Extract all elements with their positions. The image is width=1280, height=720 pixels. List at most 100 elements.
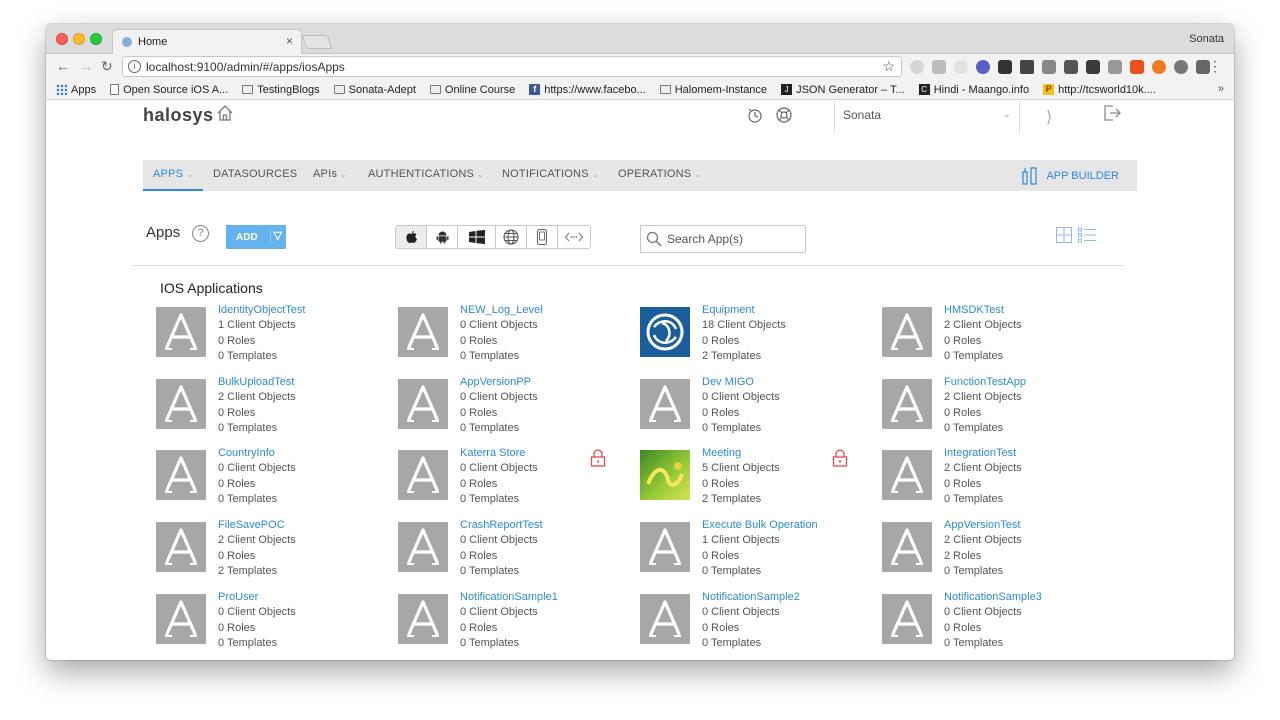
browser-menu-icon[interactable]: ⋮: [1208, 58, 1222, 75]
list-view-icon[interactable]: [1078, 227, 1096, 243]
zoom-window-button[interactable]: [90, 33, 102, 45]
url-text[interactable]: localhost:9100/admin/#/apps/iosApps: [146, 60, 345, 74]
app-card[interactable]: BulkUploadTest 2 Client Objects 0 Roles 0 T…: [156, 376, 386, 436]
app-name[interactable]: FunctionTestApp: [944, 376, 1026, 388]
app-name[interactable]: CrashReportTest: [460, 519, 543, 531]
app-card[interactable]: ProUser 0 Client Objects 0 Roles 0 Template…: [156, 591, 386, 651]
app-name[interactable]: NotificationSample3: [944, 591, 1042, 603]
reload-icon[interactable]: ↻: [101, 58, 113, 75]
forward-icon[interactable]: →: [79, 58, 93, 74]
app-name[interactable]: NEW_Log_Level: [460, 304, 543, 316]
app-name[interactable]: AppVersionPP: [460, 376, 531, 388]
tab-home[interactable]: Home ×: [112, 29, 302, 54]
filter-ios[interactable]: [396, 226, 427, 248]
app-name[interactable]: BulkUploadTest: [218, 376, 294, 388]
app-name[interactable]: Meeting: [702, 447, 741, 459]
app-card[interactable]: Katerra Store 0 Client Objects 0 Roles 0 Te…: [398, 447, 628, 507]
back-icon[interactable]: ←: [56, 58, 70, 74]
nav-authentications[interactable]: AUTHENTICATIONS ⌄: [368, 168, 484, 180]
search-input[interactable]: [667, 232, 802, 246]
app-name[interactable]: NotificationSample1: [460, 591, 558, 603]
bookmark-item[interactable]: Phttp://tcsworld10k....: [1043, 84, 1156, 96]
app-card[interactable]: Dev MIGO 0 Client Objects 0 Roles 0 Templat…: [640, 376, 870, 436]
nav-notifications[interactable]: NOTIFICATIONS ⌄: [502, 168, 599, 180]
extension-icon[interactable]: [954, 60, 968, 74]
bookmark-folder[interactable]: TestingBlogs: [242, 84, 320, 96]
app-card[interactable]: AppVersionPP 0 Client Objects 0 Roles 0 Tem…: [398, 376, 628, 436]
app-card[interactable]: Equipment 18 Client Objects 0 Roles 2 Templ…: [640, 304, 870, 364]
halosys-logo[interactable]: halosys: [143, 105, 214, 126]
info-icon[interactable]: i: [128, 60, 141, 73]
app-card[interactable]: NotificationSample2 0 Client Objects 0 Rol…: [640, 591, 870, 651]
add-app-button[interactable]: ADD ▽: [226, 225, 286, 249]
bookmark-folder[interactable]: Halomem-Instance: [659, 84, 767, 96]
app-card[interactable]: FileSavePOC 2 Client Objects 0 Roles 2 Temp…: [156, 519, 386, 579]
nav-datasources[interactable]: DATASOURCES: [213, 168, 297, 180]
nav-operations[interactable]: OPERATIONS ⌄: [618, 168, 701, 180]
app-name[interactable]: IdentityObjectTest: [218, 304, 305, 316]
environment-select[interactable]: Sonata ⌄: [834, 101, 1020, 134]
app-card[interactable]: IntegrationTest 2 Client Objects 0 Roles 0 …: [882, 447, 1112, 507]
app-name[interactable]: HMSDKTest: [944, 304, 1004, 316]
app-card[interactable]: AppVersionTest 2 Client Objects 2 Roles 0 T…: [882, 519, 1112, 579]
speed-icon[interactable]: [1174, 60, 1188, 74]
extension-icon[interactable]: [998, 60, 1012, 74]
app-name[interactable]: Katerra Store: [460, 447, 525, 459]
home-icon[interactable]: [216, 104, 234, 122]
extension-icon[interactable]: [1152, 60, 1166, 74]
history-icon[interactable]: [746, 106, 764, 124]
extension-icon[interactable]: [976, 60, 990, 74]
app-name[interactable]: Dev MIGO: [702, 376, 754, 388]
grid-view-icon[interactable]: [1056, 227, 1072, 243]
bookmark-item[interactable]: Open Source iOS A...: [110, 84, 228, 96]
app-card[interactable]: Execute Bulk Operation 1 Client Objects 0 …: [640, 519, 870, 579]
bookmark-star-icon[interactable]: ☆: [882, 58, 895, 75]
app-name[interactable]: NotificationSample2: [702, 591, 800, 603]
extension-icon[interactable]: [1108, 60, 1122, 74]
profile-name[interactable]: Sonata: [1189, 33, 1224, 45]
filter-android[interactable]: [427, 226, 458, 248]
add-dropdown-icon[interactable]: ▽: [269, 229, 282, 242]
app-name[interactable]: Equipment: [702, 304, 755, 316]
bookmark-item[interactable]: f https://www.facebo...: [529, 84, 646, 96]
app-name[interactable]: Execute Bulk Operation: [702, 519, 818, 531]
bookmarks-overflow-icon[interactable]: »: [1218, 83, 1224, 95]
app-card[interactable]: NEW_Log_Level 0 Client Objects 0 Roles 0 Te…: [398, 304, 628, 364]
app-name[interactable]: FileSavePOC: [218, 519, 285, 531]
filter-web[interactable]: [496, 226, 527, 248]
bookmark-apps[interactable]: Apps: [56, 84, 96, 96]
help-icon[interactable]: ?: [192, 225, 209, 242]
filter-api[interactable]: [558, 226, 590, 248]
double-chevron-icon[interactable]: ⟩: [1046, 107, 1052, 127]
new-tab-button[interactable]: [301, 35, 333, 49]
address-bar[interactable]: i localhost:9100/admin/#/apps/iosApps ☆: [122, 56, 902, 77]
app-name[interactable]: ProUser: [218, 591, 258, 603]
extension-icon[interactable]: [1086, 60, 1100, 74]
app-card[interactable]: FunctionTestApp 2 Client Objects 0 Roles 0 …: [882, 376, 1112, 436]
app-card[interactable]: NotificationSample3 0 Client Objects 0 Rol…: [882, 591, 1112, 651]
bookmark-item[interactable]: J JSON Generator – T...: [781, 84, 905, 96]
app-name[interactable]: CountryInfo: [218, 447, 275, 459]
extension-icon[interactable]: [910, 60, 924, 74]
app-card[interactable]: CountryInfo 0 Client Objects 0 Roles 0 Temp…: [156, 447, 386, 507]
app-card[interactable]: Meeting 5 Client Objects 0 Roles 2 Template…: [640, 447, 870, 507]
filter-mobile[interactable]: [527, 226, 558, 248]
bookmark-folder[interactable]: Online Course: [429, 84, 515, 96]
app-card[interactable]: IdentityObjectTest 1 Client Objects 0 Role…: [156, 304, 386, 364]
app-name[interactable]: IntegrationTest: [944, 447, 1016, 459]
extension-icon[interactable]: [1020, 60, 1034, 74]
extension-icon[interactable]: [1042, 60, 1056, 74]
app-card[interactable]: NotificationSample1 0 Client Objects 0 Rol…: [398, 591, 628, 651]
bookmark-item[interactable]: C Hindi - Maango.info: [918, 84, 1029, 96]
app-card[interactable]: HMSDKTest 2 Client Objects 0 Roles 0 Templa…: [882, 304, 1112, 364]
support-icon[interactable]: [775, 106, 793, 124]
app-card[interactable]: CrashReportTest 0 Client Objects 0 Roles 0 …: [398, 519, 628, 579]
app-builder-button[interactable]: APP BUILDER: [1022, 167, 1119, 185]
office-icon[interactable]: [1130, 60, 1144, 74]
tab-close-icon[interactable]: ×: [286, 34, 293, 48]
close-window-button[interactable]: [56, 33, 68, 45]
minimize-window-button[interactable]: [73, 33, 85, 45]
nav-apps[interactable]: APPS ⌄: [153, 168, 193, 180]
filter-windows[interactable]: [458, 226, 496, 248]
logout-icon[interactable]: [1102, 104, 1122, 122]
